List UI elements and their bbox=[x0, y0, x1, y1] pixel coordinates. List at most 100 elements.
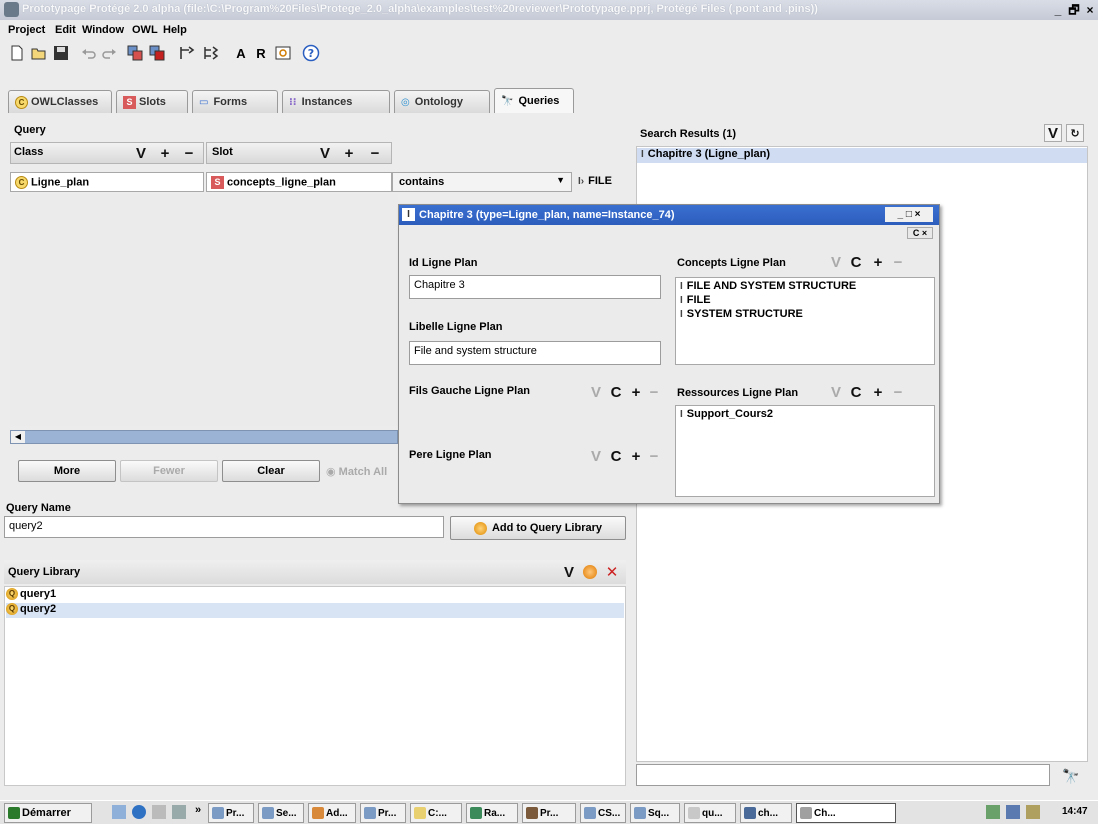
task-item[interactable]: Se... bbox=[258, 803, 304, 823]
pere-add-button[interactable]: + bbox=[627, 447, 645, 465]
tab-ontology[interactable]: ◎ Ontology bbox=[394, 90, 490, 113]
fils-create-button[interactable]: C bbox=[607, 383, 625, 401]
fils-remove-button[interactable]: − bbox=[645, 383, 663, 401]
ressources-create-button[interactable]: C bbox=[847, 383, 865, 401]
help-icon[interactable]: ? bbox=[300, 42, 322, 64]
match-all-radio[interactable]: ◉ Match All bbox=[326, 465, 387, 478]
menu-edit[interactable]: Edit bbox=[55, 24, 76, 36]
clear-button[interactable]: Clear bbox=[222, 460, 320, 482]
tab-forms[interactable]: ▭ Forms bbox=[192, 90, 278, 113]
pere-remove-button[interactable]: − bbox=[645, 447, 663, 465]
maximize-button[interactable]: 🗗 bbox=[1066, 3, 1082, 17]
horizontal-scrollbar[interactable] bbox=[10, 430, 398, 444]
dialog-collapse-close[interactable]: C × bbox=[907, 227, 933, 239]
quicklaunch-icon[interactable] bbox=[172, 805, 186, 819]
results-refresh-icon[interactable]: ↻ bbox=[1066, 124, 1084, 142]
tab-instances[interactable]: ⁝⁝ Instances bbox=[282, 90, 390, 113]
class-add-button[interactable]: + bbox=[156, 144, 174, 162]
list-item[interactable]: Qquery1 bbox=[6, 588, 624, 602]
ressources-remove-button[interactable]: − bbox=[889, 383, 907, 401]
tab-queries[interactable]: 🔭 Queries bbox=[494, 88, 574, 113]
library-delete-button[interactable]: ✕ bbox=[603, 563, 621, 581]
query-name-input[interactable]: query2 bbox=[4, 516, 444, 538]
task-item[interactable]: qu... bbox=[684, 803, 736, 823]
results-view-button[interactable]: V bbox=[1044, 124, 1062, 142]
ie-icon[interactable] bbox=[132, 805, 146, 819]
operator-select[interactable]: contains ▼ bbox=[392, 172, 572, 192]
toolbar-r-button[interactable]: R bbox=[250, 42, 272, 64]
hierarchy-icon[interactable] bbox=[200, 42, 222, 64]
minimize-button[interactable]: _ bbox=[1050, 3, 1066, 17]
toolbar-a-button[interactable]: A bbox=[230, 42, 252, 64]
binoculars-icon[interactable]: 🔭 bbox=[1062, 768, 1079, 785]
task-item[interactable]: Ad... bbox=[308, 803, 356, 823]
task-item-active[interactable]: Ch... bbox=[796, 803, 896, 823]
new-project-icon[interactable] bbox=[6, 42, 28, 64]
fewer-button[interactable]: Fewer bbox=[120, 460, 218, 482]
result-item[interactable]: I Chapitre 3 (Ligne_plan) bbox=[637, 148, 1087, 163]
list-item[interactable]: I FILE bbox=[680, 294, 711, 306]
results-filter-input[interactable] bbox=[636, 764, 1050, 786]
open-project-icon[interactable] bbox=[28, 42, 50, 64]
start-button[interactable]: Démarrer bbox=[4, 803, 92, 823]
list-item[interactable]: I FILE AND SYSTEM STRUCTURE bbox=[680, 280, 856, 292]
delete-icon[interactable] bbox=[146, 42, 168, 64]
reference-icon[interactable] bbox=[272, 42, 294, 64]
libelle-ligne-plan-input[interactable]: File and system structure bbox=[409, 341, 661, 365]
pere-create-button[interactable]: C bbox=[607, 447, 625, 465]
slot-add-button[interactable]: + bbox=[340, 144, 358, 162]
menu-window[interactable]: Window bbox=[82, 24, 124, 36]
redo-icon[interactable] bbox=[98, 42, 120, 64]
slot-view-button[interactable]: V bbox=[316, 144, 334, 162]
task-item[interactable]: Sq... bbox=[630, 803, 680, 823]
slot-value-box[interactable]: Sconcepts_ligne_plan bbox=[206, 172, 392, 192]
tab-slots[interactable]: S Slots bbox=[116, 90, 188, 113]
ressources-view-button[interactable]: V bbox=[827, 383, 845, 401]
desktop-icon[interactable] bbox=[112, 805, 126, 819]
class-value-box[interactable]: C Ligne_plan bbox=[10, 172, 204, 192]
task-item[interactable]: Pr... bbox=[522, 803, 576, 823]
tray-app-icon[interactable] bbox=[1026, 805, 1040, 819]
list-item[interactable]: I Support_Cours2 bbox=[680, 408, 773, 420]
class-remove-button[interactable]: − bbox=[180, 144, 198, 162]
task-item[interactable]: ch... bbox=[740, 803, 792, 823]
slot-remove-button[interactable]: − bbox=[366, 144, 384, 162]
task-item[interactable]: Ra... bbox=[466, 803, 518, 823]
tray-network-icon[interactable] bbox=[1006, 805, 1020, 819]
close-button[interactable]: × bbox=[1082, 3, 1098, 17]
menu-help[interactable]: Help bbox=[163, 24, 187, 36]
list-item-selected[interactable]: Qquery2 bbox=[6, 603, 624, 618]
copy-icon[interactable] bbox=[124, 42, 146, 64]
library-run-icon[interactable] bbox=[583, 565, 597, 579]
menu-project[interactable]: Project bbox=[8, 24, 45, 36]
concepts-add-button[interactable]: + bbox=[869, 253, 887, 271]
tray-volume-icon[interactable] bbox=[986, 805, 1000, 819]
pere-view-button[interactable]: V bbox=[587, 447, 605, 465]
task-item[interactable]: Pr... bbox=[208, 803, 254, 823]
query-value-field[interactable]: I› FILE bbox=[578, 175, 612, 187]
scroll-left-icon[interactable]: ◀ bbox=[11, 431, 25, 443]
create-relation-icon[interactable] bbox=[176, 42, 198, 64]
library-view-button[interactable]: V bbox=[560, 563, 578, 581]
fils-add-button[interactable]: + bbox=[627, 383, 645, 401]
task-item[interactable]: Pr... bbox=[360, 803, 406, 823]
more-button[interactable]: More bbox=[18, 460, 116, 482]
add-to-query-library-button[interactable]: Add to Query Library bbox=[450, 516, 626, 540]
list-item[interactable]: I SYSTEM STRUCTURE bbox=[680, 308, 803, 320]
undo-icon[interactable] bbox=[78, 42, 100, 64]
menu-owl[interactable]: OWL bbox=[132, 24, 158, 36]
dialog-window-controls[interactable]: _ □ × bbox=[885, 207, 933, 222]
concepts-view-button[interactable]: V bbox=[827, 253, 845, 271]
concepts-create-button[interactable]: C bbox=[847, 253, 865, 271]
class-view-button[interactable]: V bbox=[132, 144, 150, 162]
tab-owlclasses[interactable]: C OWLClasses bbox=[8, 90, 112, 113]
concepts-remove-button[interactable]: − bbox=[889, 253, 907, 271]
quicklaunch-more-chevron[interactable]: » bbox=[195, 804, 201, 816]
task-item[interactable]: C:... bbox=[410, 803, 462, 823]
quicklaunch-icon[interactable] bbox=[152, 805, 166, 819]
ressources-add-button[interactable]: + bbox=[869, 383, 887, 401]
task-item[interactable]: CS... bbox=[580, 803, 626, 823]
save-project-icon[interactable] bbox=[50, 42, 72, 64]
fils-view-button[interactable]: V bbox=[587, 383, 605, 401]
id-ligne-plan-input[interactable]: Chapitre 3 bbox=[409, 275, 661, 299]
